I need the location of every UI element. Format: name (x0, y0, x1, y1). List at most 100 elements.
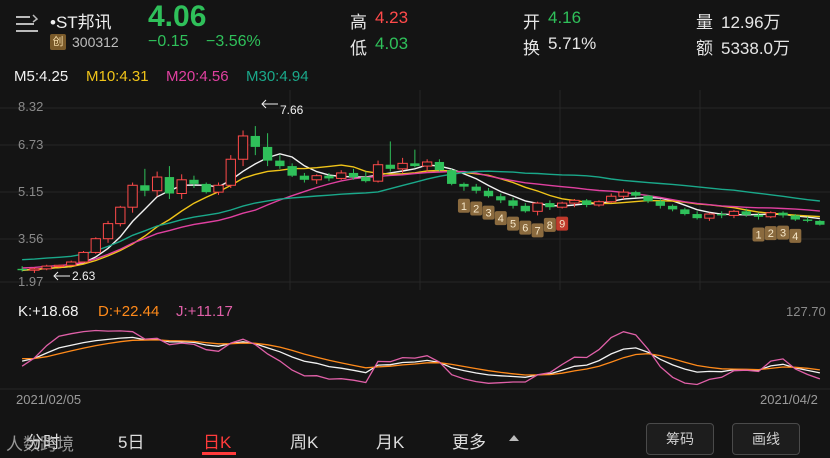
candle-body (631, 192, 641, 196)
turnover-label: 换 (523, 39, 540, 58)
candle-body (569, 199, 580, 204)
candle-body (66, 261, 77, 266)
sequence-count-label: 1 (755, 230, 761, 242)
candle-body (262, 146, 273, 161)
candle-body (372, 164, 384, 182)
ma10-legend: M10:4.31 (86, 68, 149, 85)
candle-body (778, 212, 788, 216)
list-menu-icon[interactable] (14, 14, 40, 34)
draw-line-button[interactable]: 画线 (732, 423, 800, 455)
volume-value: 12.96万 (721, 13, 781, 32)
ma5-legend: M5:4.25 (14, 68, 69, 85)
sequence-count-label: 4 (792, 231, 798, 243)
candle-body (324, 175, 334, 179)
candle-body (545, 203, 555, 208)
price-tick-1: 8.32 (18, 99, 43, 114)
stock-code: 300312 (72, 34, 119, 50)
candle-body (717, 214, 727, 216)
candle-body (336, 172, 347, 179)
open-value: 4.16 (548, 8, 582, 27)
candle-body (213, 184, 224, 193)
stock-name[interactable]: •ST邦讯 (50, 8, 112, 33)
candle-body (790, 215, 800, 220)
current-price: 4.06 (148, 0, 207, 33)
candle-body (275, 160, 285, 167)
candle-body (434, 161, 445, 171)
ma30-legend: M30:4.94 (246, 68, 309, 85)
sequence-count-label: 2 (473, 203, 479, 215)
price-tick-4: 3.56 (18, 231, 43, 246)
candle-body (483, 190, 494, 197)
tab-5day[interactable]: 5日 (118, 428, 144, 453)
candle-body (102, 223, 114, 240)
candle-body (643, 195, 653, 202)
candlestick-chart[interactable]: 1 2 3 4 5 6 7 8 91 2 3 4 8.32 6.73 5.15 3.56 1.97 7… (0, 90, 830, 290)
kdj-chart[interactable] (0, 318, 830, 390)
candle-body (78, 251, 89, 263)
candle-body (201, 183, 211, 193)
candle-body (225, 158, 236, 186)
ma20-legend: M20:4.56 (166, 68, 229, 85)
sequence-count-label: 9 (559, 219, 565, 231)
candle-body (680, 209, 690, 215)
low-price-annotation: 2.63 (72, 269, 96, 283)
candle-body (496, 196, 506, 201)
candle-body (90, 238, 101, 253)
candle-body (311, 175, 322, 181)
candle-body (151, 176, 163, 192)
candle-body (753, 214, 764, 217)
candle-body (397, 162, 408, 170)
sequence-count-label: 3 (485, 208, 491, 220)
board-badge: 创 (50, 34, 66, 50)
candle-body (728, 210, 740, 216)
candle-body (741, 211, 751, 215)
candle-body (250, 135, 260, 147)
candle-body (287, 166, 297, 176)
candle-body (765, 212, 776, 218)
candle-body (508, 200, 518, 206)
candle-body (348, 172, 359, 178)
candle-body (140, 185, 150, 191)
tab-more[interactable]: 更多 (452, 428, 486, 453)
active-tab-indicator (202, 452, 236, 455)
price-tick-3: 5.15 (18, 184, 43, 199)
sequence-count-label: 8 (547, 220, 553, 232)
candle-body (361, 177, 371, 182)
turnover-value: 5.71% (548, 34, 597, 53)
candle-body (815, 220, 825, 225)
sequence-count-label: 2 (768, 228, 774, 240)
candle-body (692, 214, 702, 219)
candle-body (459, 183, 469, 187)
chips-button[interactable]: 筹码 (646, 423, 714, 455)
amount-value: 5338.0万 (721, 39, 790, 58)
caret-up-icon[interactable] (508, 433, 520, 443)
start-date: 2021/02/05 (16, 392, 82, 407)
candle-body (421, 161, 433, 167)
price-tick-2: 6.73 (18, 137, 43, 152)
candle-body (29, 268, 40, 271)
candle-body (237, 135, 249, 160)
sequence-count-label: 5 (510, 219, 516, 231)
tab-daily-k[interactable]: 日K (203, 428, 231, 453)
candle-body (655, 201, 665, 206)
candle-body (17, 268, 27, 271)
candle-body (667, 205, 678, 210)
candle-body (176, 179, 187, 194)
candle-body (606, 195, 617, 203)
watermark-logo: 人数跨境 (6, 435, 74, 454)
high-label: 高 (350, 13, 367, 32)
tab-monthly-k[interactable]: 月K (376, 428, 404, 453)
end-date: 2021/04/2 (760, 392, 818, 407)
candle-body (41, 265, 52, 270)
candle-body (115, 206, 126, 225)
tab-weekly-k[interactable]: 周K (290, 428, 318, 453)
candle-body (704, 213, 715, 219)
candle-body (802, 219, 813, 221)
sequence-count-label: 1 (461, 201, 467, 213)
low-value: 4.03 (375, 34, 409, 53)
price-tick-5: 1.97 (18, 274, 43, 289)
candle-body (385, 164, 395, 169)
sequence-count-label: 7 (535, 225, 541, 237)
candle-body (127, 184, 138, 208)
sequence-count-label: 4 (498, 213, 504, 225)
